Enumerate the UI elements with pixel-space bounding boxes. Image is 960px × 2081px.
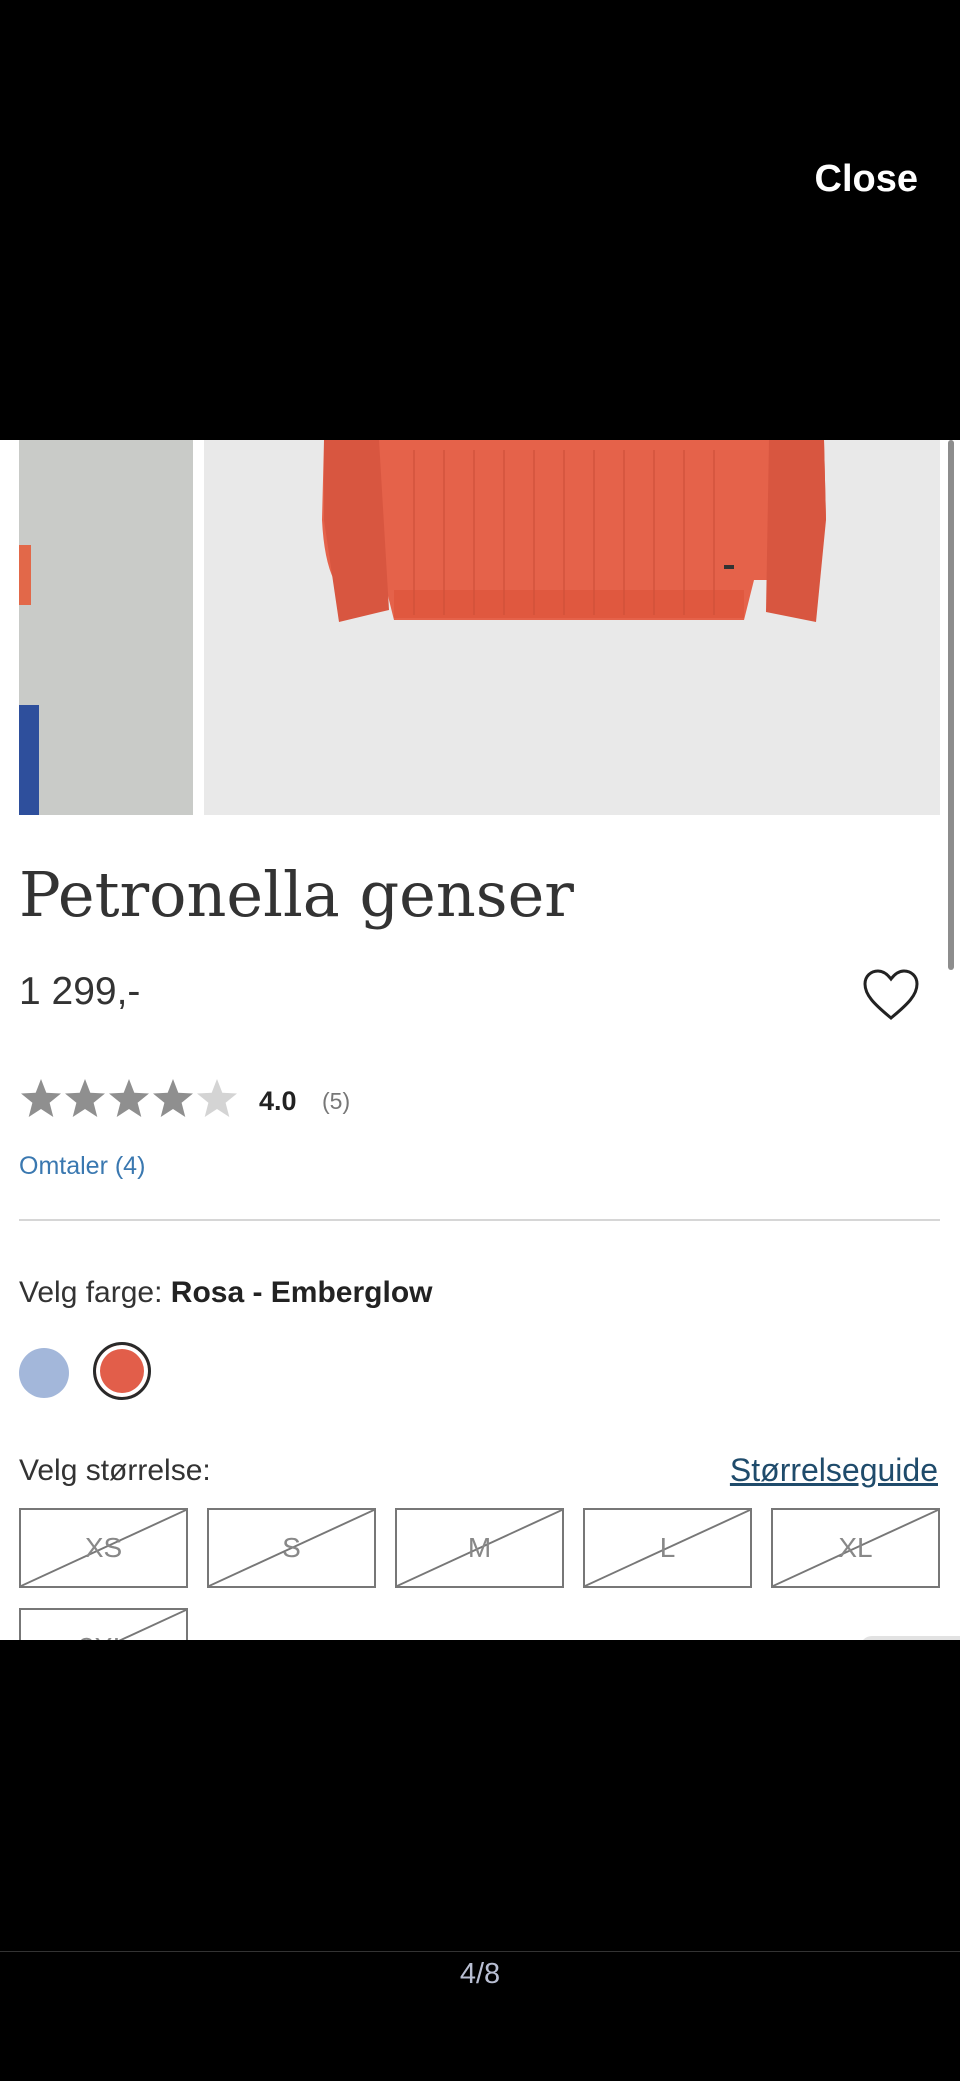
size-option-label: 3XL xyxy=(79,1632,129,1640)
color-label-text: Velg farge: xyxy=(19,1276,163,1309)
size-option-m[interactable]: M xyxy=(395,1508,564,1588)
gallery-image-main[interactable] xyxy=(204,440,940,815)
size-guide-link[interactable]: Størrelseguide xyxy=(730,1452,938,1489)
sweater-image xyxy=(322,440,826,622)
size-option-label: M xyxy=(467,1532,492,1563)
size-option-xl[interactable]: XL xyxy=(771,1508,940,1588)
size-option-label: XL xyxy=(838,1532,873,1563)
selected-color: Rosa - Emberglow xyxy=(170,1276,433,1309)
size-option-s[interactable]: S xyxy=(207,1508,376,1588)
heart-icon[interactable] xyxy=(862,968,920,1022)
size-label: Velg størrelse: xyxy=(19,1454,211,1487)
rating-stars xyxy=(21,1079,237,1117)
color-swatch-rosa-emberglow[interactable] xyxy=(93,1342,151,1400)
screenshot-viewer[interactable]: Petronella genser 1 299,- 4.0 (5) Omtale… xyxy=(0,440,960,1640)
rating-count: (5) xyxy=(322,1088,351,1114)
color-label: Velg farge: Rosa - Emberglow xyxy=(19,1276,433,1310)
size-option-label: S xyxy=(282,1532,301,1563)
gallery-image-previous[interactable] xyxy=(19,440,193,815)
sweater-sleeve-image xyxy=(19,545,31,605)
jeans-image xyxy=(19,705,39,815)
divider xyxy=(19,1219,940,1221)
size-option-label: XS xyxy=(84,1532,123,1563)
size-option-xs[interactable]: XS xyxy=(19,1508,188,1588)
product-price: 1 299,- xyxy=(19,970,141,1013)
star-filled-icon xyxy=(65,1079,105,1117)
close-button[interactable]: Close xyxy=(815,158,918,201)
floating-chip xyxy=(860,1636,960,1640)
size-option-l[interactable]: L xyxy=(583,1508,752,1588)
star-filled-icon xyxy=(21,1079,61,1117)
rating-score: 4.0 xyxy=(259,1086,297,1116)
page-counter: 4/8 xyxy=(459,1958,501,1990)
footer-divider xyxy=(0,1951,960,1952)
product-gallery[interactable] xyxy=(0,440,960,815)
reviews-link[interactable]: Omtaler (4) xyxy=(19,1152,145,1181)
star-empty-icon xyxy=(197,1079,237,1117)
star-filled-icon xyxy=(109,1079,149,1117)
color-swatch-blue[interactable] xyxy=(19,1348,69,1398)
size-option-label: L xyxy=(659,1532,676,1563)
star-filled-icon xyxy=(153,1079,193,1117)
size-option-3xl[interactable]: 3XL xyxy=(19,1608,188,1640)
product-title: Petronella genser xyxy=(19,858,574,931)
